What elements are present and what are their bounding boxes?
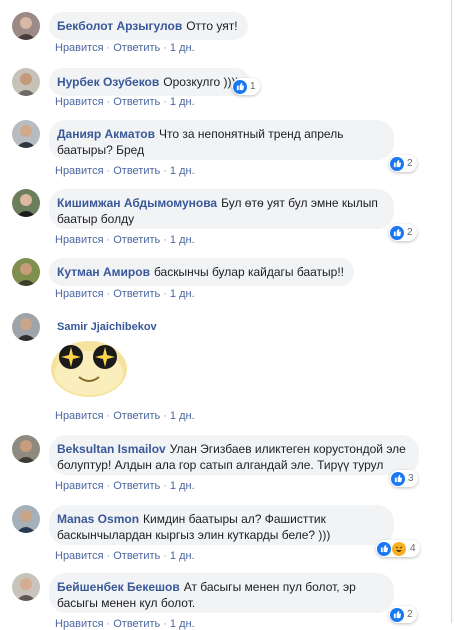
comment-text: баскынчы булар кайдагы баатыр!!	[153, 265, 345, 279]
like-link[interactable]: Нравится	[55, 42, 104, 54]
timestamp[interactable]: 1 дн.	[170, 96, 195, 108]
comment-bubble: Manas Osmon Кимдин баатыры ал? Фашисттик …	[49, 505, 394, 545]
comment-actions: Нравится · Ответить · 1 дн.	[55, 480, 195, 492]
reaction-count[interactable]: 2	[389, 224, 417, 241]
like-icon	[390, 156, 404, 171]
reply-link[interactable]: Ответить	[113, 234, 160, 246]
sticker[interactable]	[49, 333, 129, 399]
reaction-count[interactable]: 2	[389, 606, 417, 623]
like-link[interactable]: Нравится	[55, 234, 104, 246]
like-link[interactable]: Нравится	[55, 618, 104, 630]
comment-author[interactable]: Samir Jjaichibekov	[57, 321, 157, 333]
comment-author[interactable]: Нурбек Озубеков	[57, 75, 159, 89]
comment-actions: Нравится · Ответить · 1 дн.	[55, 165, 195, 177]
reaction-count[interactable]: 2	[389, 155, 417, 172]
comment-bubble: Кишимжан Абдымомунова Бул ѳтѳ уят бул эмн…	[49, 189, 394, 229]
reply-link[interactable]: Ответить	[113, 165, 160, 177]
comment-bubble: Бекболот Арзыгулов Отто уят!	[49, 12, 248, 40]
like-link[interactable]: Нравится	[55, 480, 104, 492]
like-link[interactable]: Нравится	[55, 410, 104, 422]
reply-link[interactable]: Ответить	[113, 288, 160, 300]
comment-author[interactable]: Кутман Амиров	[57, 265, 150, 279]
comment-actions: Нравится · Ответить · 1 дн.	[55, 618, 195, 630]
like-icon	[390, 607, 404, 622]
reply-link[interactable]: Ответить	[113, 96, 160, 108]
avatar[interactable]	[12, 12, 40, 40]
reaction-count[interactable]: 1	[232, 78, 260, 95]
comment-actions: Нравится · Ответить · 1 дн.	[55, 410, 195, 422]
comment-bubble: Beksultan Ismailov Улан Эгизбаев иликтеге…	[49, 435, 419, 475]
like-icon	[233, 79, 247, 94]
comment-author[interactable]: Кишимжан Абдымомунова	[57, 196, 217, 210]
reply-link[interactable]: Ответить	[113, 618, 160, 630]
avatar[interactable]	[12, 435, 40, 463]
timestamp[interactable]: 1 дн.	[170, 234, 195, 246]
timestamp[interactable]: 1 дн.	[170, 410, 195, 422]
haha-icon	[391, 540, 407, 557]
reaction-count[interactable]: 4	[376, 540, 420, 557]
avatar[interactable]	[12, 505, 40, 533]
avatar[interactable]	[12, 120, 40, 148]
like-icon	[377, 541, 391, 556]
comment-actions: Нравится · Ответить · 1 дн.	[55, 96, 195, 108]
like-link[interactable]: Нравится	[55, 96, 104, 108]
avatar[interactable]	[12, 313, 40, 341]
comment-author[interactable]: Manas Osmon	[57, 512, 139, 526]
avatar[interactable]	[12, 68, 40, 96]
comment-text: Отто уят!	[186, 19, 238, 33]
comment-actions: Нравится · Ответить · 1 дн.	[55, 42, 195, 54]
timestamp[interactable]: 1 дн.	[170, 550, 195, 562]
comment-author[interactable]: Бекболот Арзыгулов	[57, 19, 182, 33]
like-link[interactable]: Нравится	[55, 550, 104, 562]
like-icon	[391, 471, 405, 486]
comment-bubble: Кутман Амиров баскынчы булар кайдагы баат…	[49, 258, 355, 286]
panel-border	[451, 0, 452, 623]
comment-bubble: Данияр Акматов Что за непонятный тренд ап…	[49, 120, 394, 160]
reply-link[interactable]: Ответить	[113, 480, 160, 492]
reply-link[interactable]: Ответить	[113, 410, 160, 422]
comment-author[interactable]: Данияр Акматов	[57, 127, 155, 141]
timestamp[interactable]: 1 дн.	[170, 42, 195, 54]
reaction-count[interactable]: 3	[390, 470, 418, 487]
timestamp[interactable]: 1 дн.	[170, 480, 195, 492]
comment-actions: Нравится · Ответить · 1 дн.	[55, 234, 195, 246]
reply-link[interactable]: Ответить	[113, 550, 160, 562]
avatar[interactable]	[12, 189, 40, 217]
like-link[interactable]: Нравится	[55, 288, 104, 300]
like-icon	[390, 225, 404, 240]
comment-bubble: Нурбек Озубеков Орозкулго ))))	[49, 68, 250, 96]
comment-author[interactable]: Бейшенбек Бекешов	[57, 580, 180, 594]
emoji-sticker-icon	[51, 341, 127, 397]
comment-text: Орозкулго ))))	[163, 75, 240, 89]
avatar[interactable]	[12, 573, 40, 601]
like-link[interactable]: Нравится	[55, 165, 104, 177]
comment-author[interactable]: Beksultan Ismailov	[57, 442, 166, 456]
reply-link[interactable]: Ответить	[113, 42, 160, 54]
comment-actions: Нравится · Ответить · 1 дн.	[55, 550, 195, 562]
timestamp[interactable]: 1 дн.	[170, 288, 195, 300]
comment-actions: Нравится · Ответить · 1 дн.	[55, 288, 195, 300]
comment-bubble: Бейшенбек Бекешов Ат басыгы менен пул бол…	[49, 573, 394, 613]
timestamp[interactable]: 1 дн.	[170, 165, 195, 177]
avatar[interactable]	[12, 258, 40, 286]
timestamp[interactable]: 1 дн.	[170, 618, 195, 630]
